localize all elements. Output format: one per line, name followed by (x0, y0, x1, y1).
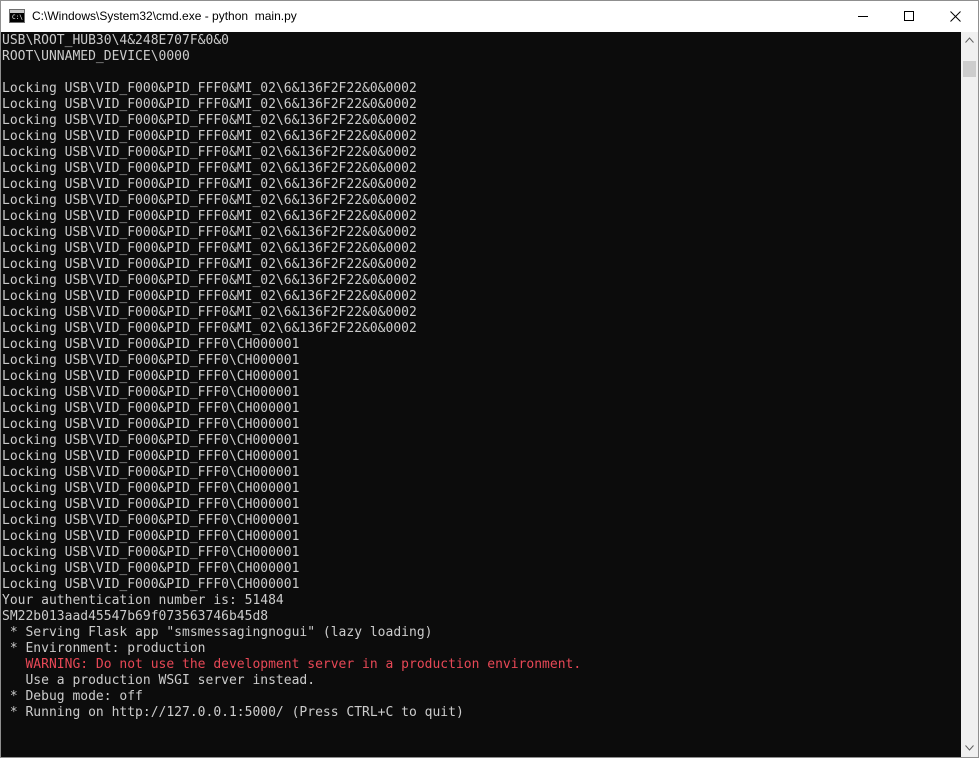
console-line: Locking USB\VID_F000&PID_FFF0\CH000001 (2, 513, 300, 528)
console-line: Use a production WSGI server instead. (2, 673, 316, 688)
minimize-icon (858, 16, 868, 17)
console-line: Locking USB\VID_F000&PID_FFF0&MI_02\6&13… (2, 257, 417, 272)
close-icon (950, 11, 961, 22)
console-line: Locking USB\VID_F000&PID_FFF0\CH000001 (2, 577, 300, 592)
chevron-down-icon (965, 745, 974, 751)
console-line: Locking USB\VID_F000&PID_FFF0\CH000001 (2, 545, 300, 560)
console-line: Locking USB\VID_F000&PID_FFF0&MI_02\6&13… (2, 113, 417, 128)
console-line: Locking USB\VID_F000&PID_FFF0&MI_02\6&13… (2, 289, 417, 304)
console-line: Locking USB\VID_F000&PID_FFF0&MI_02\6&13… (2, 145, 417, 160)
console-line: Locking USB\VID_F000&PID_FFF0&MI_02\6&13… (2, 321, 417, 336)
maximize-button[interactable] (886, 1, 932, 32)
console-line: SM22b013aad45547b69f073563746b45d8 (2, 609, 269, 624)
close-button[interactable] (932, 1, 978, 32)
console-line: Locking USB\VID_F000&PID_FFF0\CH000001 (2, 385, 300, 400)
console-line: Locking USB\VID_F000&PID_FFF0\CH000001 (2, 417, 300, 432)
console-line: Locking USB\VID_F000&PID_FFF0\CH000001 (2, 401, 300, 416)
console-line: Locking USB\VID_F000&PID_FFF0\CH000001 (2, 369, 300, 384)
console-line: Locking USB\VID_F000&PID_FFF0&MI_02\6&13… (2, 241, 417, 256)
maximize-icon (904, 11, 914, 21)
window-title: C:\Windows\System32\cmd.exe - python mai… (32, 9, 297, 23)
console-line: Locking USB\VID_F000&PID_FFF0&MI_02\6&13… (2, 225, 417, 240)
console-line: Locking USB\VID_F000&PID_FFF0&MI_02\6&13… (2, 81, 417, 96)
scrollbar-thumb[interactable] (963, 61, 976, 77)
console-line: * Running on http://127.0.0.1:5000/ (Pre… (2, 705, 464, 720)
console-line: Locking USB\VID_F000&PID_FFF0\CH000001 (2, 497, 300, 512)
cmd-window: C:\ C:\Windows\System32\cmd.exe - python… (0, 0, 979, 758)
console-line: * Debug mode: off (2, 689, 143, 704)
console-line: Locking USB\VID_F000&PID_FFF0\CH000001 (2, 353, 300, 368)
console-output[interactable]: USB\ROOT_HUB30\4&248E707F&0&0 ROOT\UNNAME… (1, 32, 961, 757)
cmd-icon[interactable]: C:\ (9, 9, 25, 23)
scroll-up-button[interactable] (961, 32, 978, 49)
title-bar[interactable]: C:\ C:\Windows\System32\cmd.exe - python… (1, 1, 978, 32)
chevron-up-icon (965, 37, 974, 43)
console-line: Locking USB\VID_F000&PID_FFF0&MI_02\6&13… (2, 161, 417, 176)
vertical-scrollbar[interactable] (961, 32, 978, 757)
console-lines: USB\ROOT_HUB30\4&248E707F&0&0 ROOT\UNNAME… (2, 33, 581, 721)
console-line: Locking USB\VID_F000&PID_FFF0&MI_02\6&13… (2, 305, 417, 320)
console-line: Locking USB\VID_F000&PID_FFF0\CH000001 (2, 449, 300, 464)
console-warning-line: WARNING: Do not use the development serv… (2, 657, 582, 672)
console-line: Your authentication number is: 51484 (2, 593, 284, 608)
console-line: Locking USB\VID_F000&PID_FFF0\CH000001 (2, 337, 300, 352)
console-line: Locking USB\VID_F000&PID_FFF0&MI_02\6&13… (2, 97, 417, 112)
console-line: * Serving Flask app "smsmessagingnogui" … (2, 625, 433, 640)
minimize-button[interactable] (840, 1, 886, 32)
console-line: ROOT\UNNAMED_DEVICE\0000 (2, 49, 190, 64)
console-line: Locking USB\VID_F000&PID_FFF0\CH000001 (2, 465, 300, 480)
console-line: Locking USB\VID_F000&PID_FFF0&MI_02\6&13… (2, 177, 417, 192)
console-line: Locking USB\VID_F000&PID_FFF0&MI_02\6&13… (2, 209, 417, 224)
console-line: Locking USB\VID_F000&PID_FFF0&MI_02\6&13… (2, 273, 417, 288)
console-line: Locking USB\VID_F000&PID_FFF0&MI_02\6&13… (2, 129, 417, 144)
scroll-down-button[interactable] (961, 740, 978, 757)
console-line: Locking USB\VID_F000&PID_FFF0\CH000001 (2, 561, 300, 576)
console-line: USB\ROOT_HUB30\4&248E707F&0&0 (2, 33, 229, 48)
console-line: * Environment: production (2, 641, 206, 656)
console-line: Locking USB\VID_F000&PID_FFF0\CH000001 (2, 529, 300, 544)
console-line: Locking USB\VID_F000&PID_FFF0\CH000001 (2, 481, 300, 496)
console-line: Locking USB\VID_F000&PID_FFF0\CH000001 (2, 433, 300, 448)
console-line: Locking USB\VID_F000&PID_FFF0&MI_02\6&13… (2, 193, 417, 208)
